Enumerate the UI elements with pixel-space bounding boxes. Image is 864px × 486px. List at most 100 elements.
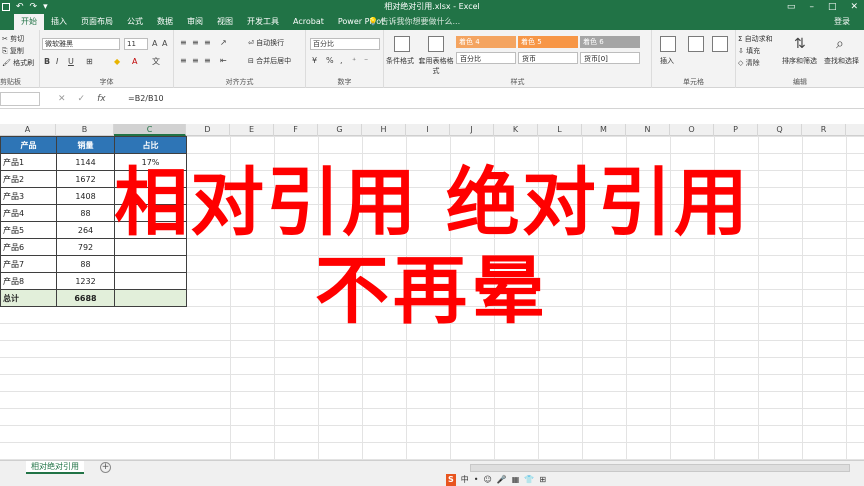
comma-icon[interactable]: , [340,56,343,66]
column-header-a[interactable]: A [0,124,56,136]
copy-button[interactable]: ⎘ 复制 [2,46,24,56]
cell-style-5[interactable]: 货币[0] [580,52,640,64]
cell-style-2[interactable]: 着色 6 [580,36,640,48]
tab-1[interactable]: 插入 [44,14,74,30]
format-painter-button[interactable]: 🖌 格式刷 [2,58,34,68]
add-sheet-icon[interactable]: + [100,462,111,473]
cut-button[interactable]: ✂ 剪切 [2,34,24,44]
horizontal-scrollbar[interactable] [470,464,850,472]
table-cell[interactable]: 总计 [0,289,57,307]
fill-color-icon[interactable]: ◆ [114,57,120,67]
table-cell[interactable]: 产品8 [0,272,57,290]
sogou-ime-icon[interactable]: S [446,474,456,486]
column-header-e[interactable]: E [230,124,274,136]
align-right-icon[interactable]: ≡ [204,56,211,66]
cell-style-4[interactable]: 货币 [518,52,578,64]
border-icon[interactable]: ⊞ [86,57,93,67]
format-cells-icon[interactable] [712,36,728,52]
column-header-r[interactable]: R [802,124,846,136]
align-center-icon[interactable]: ≡ [192,56,199,66]
increase-decimal-icon[interactable]: ⁺ [352,56,356,66]
maximize-icon[interactable]: □ [828,0,837,14]
currency-icon[interactable]: ¥ [312,56,317,66]
column-header-g[interactable]: G [318,124,362,136]
tab-2[interactable]: 页面布局 [74,14,120,30]
tab-7[interactable]: 开发工具 [240,14,286,30]
ime-item-5[interactable]: 👕 [524,474,534,486]
table-cell[interactable]: 产品5 [0,221,57,239]
tab-3[interactable]: 公式 [120,14,150,30]
align-middle-icon[interactable]: ≡ [192,38,199,48]
minimize-icon[interactable]: – [809,0,814,14]
column-header-c[interactable]: C [114,124,186,136]
find-select-icon[interactable]: ⌕ [836,36,844,52]
tab-8[interactable]: Acrobat [286,14,331,30]
table-cell[interactable]: 产品1 [0,153,57,171]
table-cell[interactable]: 产品2 [0,170,57,188]
name-box[interactable] [0,92,40,106]
column-header-p[interactable]: P [714,124,758,136]
indent-icon[interactable]: ⇤ [220,56,227,66]
align-bottom-icon[interactable]: ≡ [204,38,211,48]
column-header-h[interactable]: H [362,124,406,136]
font-name-select[interactable]: 微软雅黑 [42,38,120,50]
sort-filter-button[interactable]: 排序和筛选 [782,56,817,66]
conditional-format-icon[interactable] [394,36,410,52]
orientation-icon[interactable]: ↗ [220,38,227,48]
format-as-table-button[interactable]: 套用表格格式 [418,56,454,76]
close-icon[interactable]: ✕ [850,0,858,14]
table-cell[interactable]: 产品3 [0,187,57,205]
decrease-decimal-icon[interactable]: ⁻ [364,56,368,66]
table-cell[interactable]: 产品6 [0,238,57,256]
percent-icon[interactable]: % [326,56,334,66]
ribbon-display-icon[interactable]: ▭ [787,0,796,14]
merge-center-button[interactable]: ⊟ 合并后居中 [248,56,291,66]
cell-style-3[interactable]: 百分比 [456,52,516,64]
autosum-button[interactable]: Σ 自动求和 [738,34,773,44]
fill-button[interactable]: ⇩ 填充 [738,46,760,56]
font-size-select[interactable]: 11 [124,38,148,50]
table-cell[interactable]: 产品7 [0,255,57,273]
cancel-icon[interactable]: ✕ [58,91,66,107]
find-select-button[interactable]: 查找和选择 [824,56,859,66]
login-link[interactable]: 登录 [834,14,850,30]
bold-icon[interactable]: B [44,57,50,67]
phonetic-icon[interactable]: 文 [152,57,160,67]
cell-style-0[interactable]: 着色 4 [456,36,516,48]
column-header-k[interactable]: K [494,124,538,136]
tab-6[interactable]: 视图 [210,14,240,30]
tab-4[interactable]: 数据 [150,14,180,30]
table-cell[interactable]: 产品4 [0,204,57,222]
column-header-n[interactable]: N [626,124,670,136]
column-header-d[interactable]: D [186,124,230,136]
sort-filter-icon[interactable]: ⇅ [794,36,806,52]
table-cell[interactable]: 销量 [56,136,115,154]
italic-icon[interactable]: I [56,57,58,67]
shrink-font-icon[interactable]: A [162,39,167,49]
column-header-b[interactable]: B [56,124,114,136]
clear-button[interactable]: ◇ 清除 [738,58,760,68]
tell-me-search[interactable]: 💡 告诉我你想要做什么... [368,14,460,30]
cell-style-1[interactable]: 着色 5 [518,36,578,48]
insert-function-icon[interactable]: fx [97,91,106,107]
column-header-l[interactable]: L [538,124,582,136]
enter-icon[interactable]: ✓ [78,91,86,107]
underline-icon[interactable]: U [68,57,74,67]
ime-item-1[interactable]: • [474,474,479,486]
column-header-q[interactable]: Q [758,124,802,136]
column-header-m[interactable]: M [582,124,626,136]
ime-item-0[interactable]: 中 [461,474,469,486]
insert-cells-icon[interactable] [660,36,676,52]
tab-0[interactable]: 开始 [14,14,44,30]
number-format-select[interactable]: 百分比 [310,38,380,50]
column-header-i[interactable]: I [406,124,450,136]
formula-input[interactable]: =B2/B10 [128,91,164,107]
insert-cells-button[interactable]: 插入 [660,56,674,66]
column-header-j[interactable]: J [450,124,494,136]
table-cell[interactable]: 占比 [114,136,187,154]
font-color-icon[interactable]: A [132,57,137,67]
table-cell[interactable]: 产品 [0,136,57,154]
sheet-tab[interactable]: 相对绝对引用 [26,461,84,474]
align-top-icon[interactable]: ≡ [180,38,187,48]
ime-item-2[interactable]: ☺ [483,474,491,486]
